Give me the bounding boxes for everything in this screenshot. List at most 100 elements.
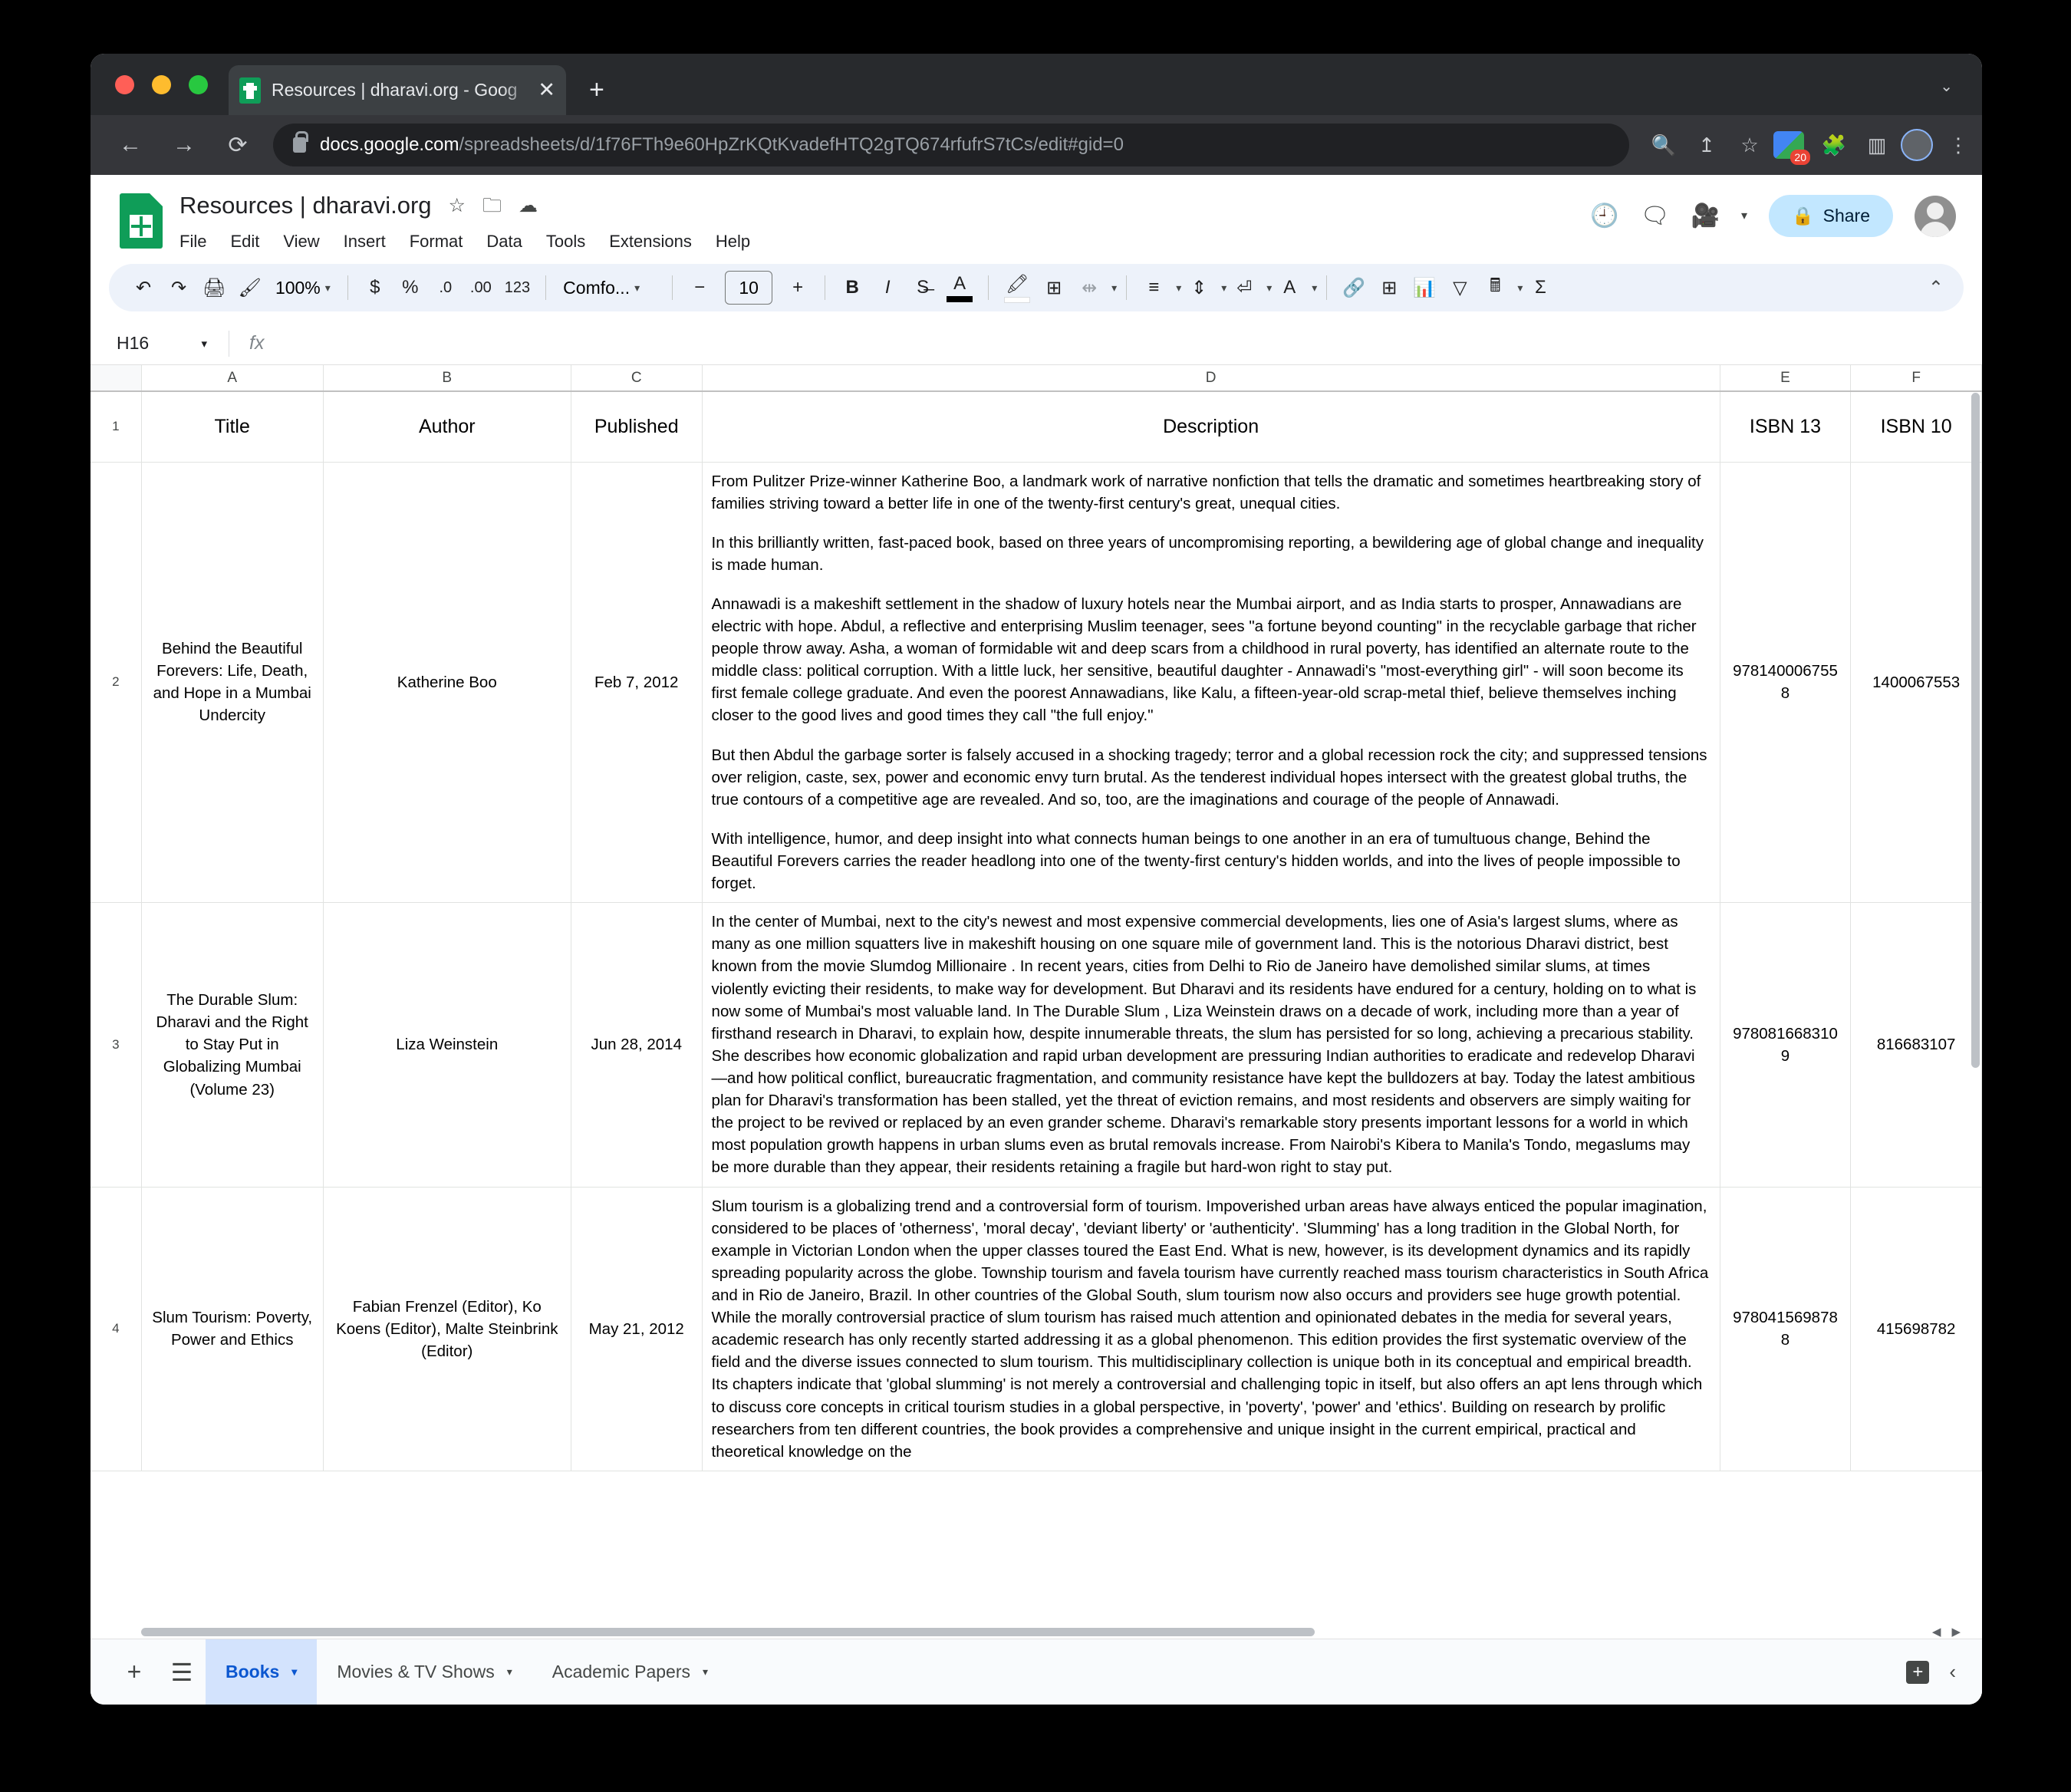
close-window-button[interactable] [115,75,134,94]
menu-data[interactable]: Data [486,232,522,252]
create-filter-button[interactable]: ▽ [1442,270,1477,305]
meet-chevron-down-icon[interactable]: ▾ [1741,209,1747,222]
browser-menu-icon[interactable]: ⋮ [1939,126,1977,164]
merge-cells-button[interactable]: ⇹ [1072,270,1107,305]
functions-button[interactable]: 🖩 [1477,270,1513,305]
cell-e1[interactable]: ISBN 13 [1720,391,1852,463]
cell-c1[interactable]: Published [571,391,703,463]
select-all-corner[interactable] [91,365,142,392]
menu-extensions[interactable]: Extensions [609,232,692,252]
document-title[interactable]: Resources | dharavi.org [179,192,432,219]
redo-button[interactable]: ↷ [161,270,196,305]
menu-edit[interactable]: Edit [230,232,259,252]
close-tab-icon[interactable]: ✕ [538,80,555,100]
column-header-a[interactable]: A [141,365,324,392]
column-header-f[interactable]: F [1850,365,1982,392]
cell-f1[interactable]: ISBN 10 [1850,391,1982,463]
text-wrapping-button[interactable]: ⏎ [1226,270,1262,305]
row-header-4[interactable]: 4 [91,1187,142,1471]
horizontal-align-button[interactable]: ≡ [1136,270,1171,305]
grid-scroll-area[interactable]: A B C D E F 1 Title Author Published Des… [91,365,1982,1639]
cell-c4[interactable]: May 21, 2012 [571,1187,703,1471]
chevron-down-icon[interactable]: ▾ [291,1665,297,1678]
row-header-1[interactable]: 1 [91,391,142,463]
cell-b3[interactable]: Liza Weinstein [323,902,571,1188]
back-button[interactable]: ← [109,124,152,166]
share-icon[interactable]: ↥ [1687,126,1726,164]
name-box[interactable]: H16 ▾ [91,322,229,364]
text-rotation-button[interactable]: A [1272,270,1307,305]
sheet-tab-movies-tv-shows[interactable]: Movies & TV Shows ▾ [317,1639,532,1705]
add-sheet-button[interactable]: + [110,1649,158,1696]
vertical-scrollbar-thumb[interactable] [1971,393,1980,1068]
extension-badge-icon[interactable]: 20 [1773,131,1810,165]
new-tab-button[interactable]: + [589,77,604,103]
cell-a3[interactable]: The Durable Slum: Dharavi and the Right … [141,902,324,1188]
extensions-puzzle-icon[interactable]: 🧩 [1815,126,1853,164]
chevron-down-icon[interactable]: ▾ [703,1665,708,1678]
search-icon[interactable]: 🔍 [1645,126,1683,164]
increase-decimal-places-button[interactable]: .00 [463,270,499,305]
minimize-window-button[interactable] [152,75,171,94]
cell-d3[interactable]: In the center of Mumbai, next to the cit… [702,902,1720,1188]
version-history-icon[interactable]: 🕘 [1590,204,1618,228]
chevron-down-icon[interactable]: ▾ [507,1665,512,1678]
menu-format[interactable]: Format [410,232,463,252]
column-header-d[interactable]: D [702,365,1720,392]
cell-a2[interactable]: Behind the Beautiful Forevers: Life, Dea… [141,462,324,904]
column-header-c[interactable]: C [571,365,703,392]
cell-d2[interactable]: From Pulitzer Prize-winner Katherine Boo… [702,462,1720,904]
vertical-scrollbar[interactable] [1970,393,1980,1625]
cell-b1[interactable]: Author [323,391,571,463]
sum-button[interactable]: Σ [1523,270,1558,305]
italic-button[interactable]: I [870,270,905,305]
scroll-right-icon[interactable]: ▶ [1951,1625,1961,1639]
zoom-level-select[interactable]: 100% ▾ [268,278,338,298]
cell-a1[interactable]: Title [141,391,324,463]
horizontal-align-chevron-down-icon[interactable]: ▾ [1176,282,1181,295]
decrease-font-size-button[interactable]: − [682,270,717,305]
cell-f3[interactable]: 816683107 [1850,902,1982,1188]
sheets-logo-icon[interactable] [120,193,163,249]
increase-font-size-button[interactable]: + [780,270,815,305]
bold-button[interactable]: B [835,270,870,305]
maximize-window-button[interactable] [189,75,208,94]
font-size-input[interactable]: 10 [725,271,773,305]
merge-cells-chevron-down-icon[interactable]: ▾ [1111,282,1117,295]
cell-d4[interactable]: Slum tourism is a globalizing trend and … [702,1187,1720,1471]
cell-b2[interactable]: Katherine Boo [323,462,571,904]
vertical-align-button[interactable]: ⇕ [1181,270,1217,305]
bookmark-star-icon[interactable]: ☆ [1730,126,1769,164]
sheet-tab-books[interactable]: Books ▾ [206,1639,318,1705]
horizontal-scrollbar-thumb[interactable] [141,1628,1315,1636]
fill-color-button[interactable]: 🖍 [998,270,1036,305]
column-header-b[interactable]: B [323,365,571,392]
menu-tools[interactable]: Tools [546,232,585,252]
text-rotation-chevron-down-icon[interactable]: ▾ [1312,282,1317,295]
url-input[interactable]: docs.google.com/spreadsheets/d/1f76FTh9e… [273,124,1629,166]
row-header-2[interactable]: 2 [91,462,142,904]
reload-button[interactable]: ⟳ [216,124,259,166]
comments-icon[interactable]: 🗨 [1641,204,1670,228]
forward-button[interactable]: → [163,124,206,166]
insert-chart-button[interactable]: 📊 [1407,270,1442,305]
star-icon[interactable]: ☆ [449,196,466,216]
browser-tab[interactable]: Resources | dharavi.org - Goog ✕ [229,65,566,115]
name-box-chevron-down-icon[interactable]: ▾ [201,337,207,351]
browser-profile-avatar[interactable] [1901,129,1933,161]
tab-search-chevron-down-icon[interactable]: ⌄ [1940,77,1953,96]
undo-button[interactable]: ↶ [126,270,161,305]
scroll-left-icon[interactable]: ◀ [1932,1625,1941,1639]
menu-view[interactable]: View [283,232,319,252]
menu-file[interactable]: File [179,232,206,252]
text-color-button[interactable]: A [940,270,979,305]
share-button[interactable]: 🔒 Share [1768,195,1893,237]
format-percent-button[interactable]: % [393,270,428,305]
cloud-saved-icon[interactable]: ☁ [519,196,538,216]
side-panel-icon[interactable]: ▥ [1858,126,1896,164]
cell-e3[interactable]: 9780816683109 [1720,902,1852,1188]
paint-format-button[interactable]: 🖌 [232,270,267,305]
explore-button[interactable] [1906,1660,1930,1684]
horizontal-scrollbar[interactable] [141,1626,1890,1637]
column-header-e[interactable]: E [1720,365,1852,392]
